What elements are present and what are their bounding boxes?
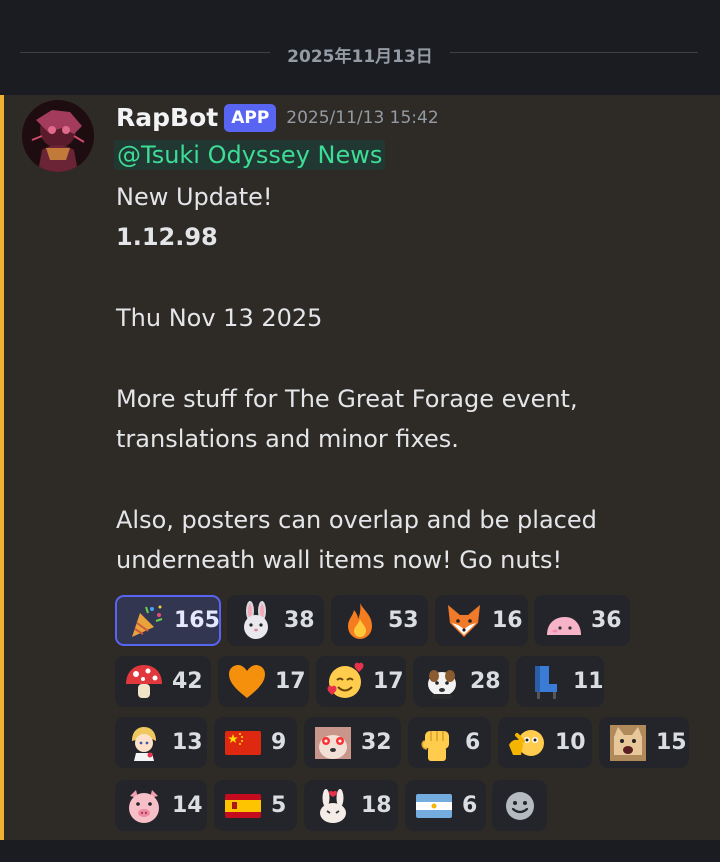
mushroom-icon: [126, 664, 162, 698]
reaction-count: 36: [591, 608, 622, 633]
reaction-spain-flag[interactable]: 5: [214, 780, 297, 831]
heart-bunny-icon: [320, 788, 346, 823]
divider-line-left: [20, 52, 270, 53]
reaction-blue-chair[interactable]: 11: [516, 656, 604, 707]
pink-blob-icon: [547, 616, 581, 635]
message-line: Thu Nov 13 2025: [116, 304, 323, 332]
reaction-pink-blob[interactable]: 36: [534, 595, 630, 646]
author-name[interactable]: RapBot: [116, 103, 218, 132]
raised-fist-icon: [421, 730, 449, 761]
reaction-fox[interactable]: 16: [435, 595, 528, 646]
rabbit-face-icon: [244, 600, 268, 639]
fire-icon: [348, 602, 372, 639]
spain-flag-icon: [225, 793, 261, 818]
reaction-count: 10: [555, 730, 586, 755]
reaction-count: 5: [271, 793, 287, 818]
reaction-count: 15: [656, 730, 687, 755]
reaction-argentina-flag[interactable]: 6: [405, 780, 486, 831]
message-header: RapBot APP 2025/11/13 15:42: [116, 103, 439, 137]
message-line: Also, posters can overlap and be placed: [116, 506, 597, 534]
divider-line-right: [450, 52, 698, 53]
reaction-count: 6: [465, 730, 481, 755]
reaction-count: 53: [388, 608, 419, 633]
reaction-mushroom[interactable]: 42: [115, 656, 211, 707]
reaction-raised-fist[interactable]: 6: [408, 717, 491, 768]
party-popper-icon: [132, 605, 163, 637]
reaction-count: 165: [174, 608, 220, 633]
reaction-count: 42: [172, 669, 203, 694]
reaction-count: 17: [275, 669, 306, 694]
glowing-eyes-dog-icon: [315, 726, 351, 759]
reaction-count: 18: [361, 793, 392, 818]
message: RapBot APP 2025/11/13 15:42 @Tsuki Odyssey…: [0, 95, 720, 840]
message-timestamp[interactable]: 2025/11/13 15:42: [286, 108, 438, 128]
mention-highlight-bar: [0, 95, 4, 840]
reaction-heart-bunny[interactable]: 18: [304, 780, 398, 831]
reaction-count: 17: [373, 669, 404, 694]
message-line: underneath wall items now! Go nuts!: [116, 546, 563, 574]
reaction-party-popper[interactable]: 165: [115, 595, 221, 646]
blue-chair-icon: [535, 665, 557, 699]
fox-face-icon: [448, 604, 480, 637]
app-tag: APP: [224, 103, 277, 132]
reaction-thinking-hand[interactable]: 10: [498, 717, 592, 768]
reaction-count: 16: [492, 608, 523, 633]
date-divider: 2025年11月13日: [0, 0, 720, 95]
reaction-count: 14: [172, 793, 203, 818]
reaction-anime-character[interactable]: 13: [115, 717, 207, 768]
reaction-screaming-cat[interactable]: 15: [599, 717, 689, 768]
reaction-pig-face[interactable]: 14: [115, 780, 207, 831]
reaction-count: 28: [470, 669, 501, 694]
reaction-orange-heart[interactable]: 17: [218, 656, 309, 707]
reaction-smiling-hearts[interactable]: 17: [316, 656, 406, 707]
reaction-dog-sticker[interactable]: 28: [413, 656, 509, 707]
add-reaction-smiley-icon: [505, 791, 534, 820]
role-mention[interactable]: @Tsuki Odyssey News: [114, 140, 386, 170]
version-number: 1.12.98: [116, 223, 218, 251]
message-line: translations and minor fixes.: [116, 425, 459, 453]
reaction-count: 13: [172, 730, 203, 755]
anime-character-icon: [132, 726, 156, 761]
reaction-fire[interactable]: 53: [331, 595, 428, 646]
reaction-count: 11: [573, 669, 604, 694]
reaction-count: 32: [361, 730, 392, 755]
add-reaction-button[interactable]: [492, 780, 547, 831]
dog-sticker-icon: [428, 669, 456, 699]
avatar[interactable]: [22, 100, 94, 172]
reaction-rabbit[interactable]: 38: [227, 595, 324, 646]
smiling-face-with-hearts-icon: [327, 662, 364, 698]
reaction-china-flag[interactable]: 9: [214, 717, 297, 768]
orange-heart-icon: [229, 664, 265, 698]
reaction-glowing-eyes-dog[interactable]: 32: [304, 717, 401, 768]
argentina-flag-icon: [416, 793, 452, 818]
bottom-strip: [0, 840, 720, 862]
thinking-hand-icon: [509, 729, 544, 756]
screaming-cat-icon: [610, 724, 646, 761]
message-line: More stuff for The Great Forage event,: [116, 385, 578, 413]
pig-face-icon: [129, 789, 159, 823]
reaction-count: 38: [284, 608, 315, 633]
china-flag-icon: [225, 730, 261, 755]
message-line: New Update!: [116, 183, 273, 211]
reaction-count: 9: [271, 730, 287, 755]
reaction-count: 6: [462, 793, 478, 818]
divider-date: 2025年11月13日: [287, 47, 433, 67]
